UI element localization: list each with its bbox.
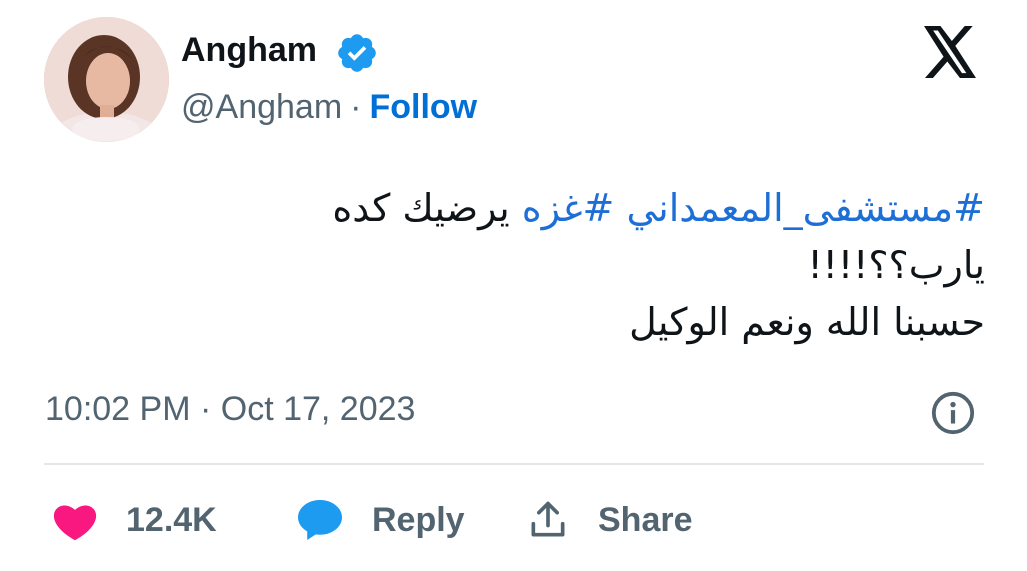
like-count: 12.4K — [126, 500, 217, 539]
tweet-text-line-2: يارب؟؟!!!! — [807, 243, 985, 287]
tweet-card: Angham @Angham · Follow #مستشفى_المعمداني … — [0, 0, 1027, 571]
avatar-image — [44, 17, 169, 142]
author-handle-row: @Angham · Follow — [181, 88, 477, 127]
reply-label: Reply — [372, 500, 465, 539]
x-logo-icon[interactable] — [921, 26, 979, 78]
heart-icon — [53, 505, 97, 541]
tweet-timestamp[interactable]: 10:02 PM · Oct 17, 2023 — [45, 390, 415, 429]
verified-badge-icon — [338, 34, 376, 72]
tweet-text-line-1-rest: يرضيك كده — [332, 186, 510, 230]
info-icon[interactable] — [930, 390, 976, 436]
share-button[interactable]: Share — [526, 490, 693, 550]
hashtag-gaza[interactable]: #غزه — [522, 186, 615, 230]
avatar[interactable] — [44, 17, 169, 142]
separator-dot: · — [350, 88, 362, 126]
tweet-text-line-1: #مستشفى_المعمداني #غزه يرضيك كده — [225, 180, 985, 237]
divider — [44, 463, 984, 465]
share-label: Share — [598, 500, 693, 539]
tweet-text-line-3: حسبنا الله ونعم الوكيل — [629, 300, 985, 344]
tweet-actions-bar: 12.4K Reply Share — [0, 490, 1027, 550]
author-display-name[interactable]: Angham — [181, 31, 317, 70]
reply-button[interactable]: Reply — [296, 490, 465, 550]
follow-button[interactable]: Follow — [369, 88, 477, 126]
author-handle[interactable]: @Angham — [181, 88, 342, 126]
reply-bubble-icon — [298, 500, 342, 540]
share-icon — [531, 501, 565, 537]
tweet-text: #مستشفى_المعمداني #غزه يرضيك كده يارب؟؟!… — [225, 180, 985, 351]
hashtag-hospital[interactable]: #مستشفى_المعمداني — [626, 186, 985, 230]
like-button[interactable]: 12.4K — [52, 490, 217, 550]
